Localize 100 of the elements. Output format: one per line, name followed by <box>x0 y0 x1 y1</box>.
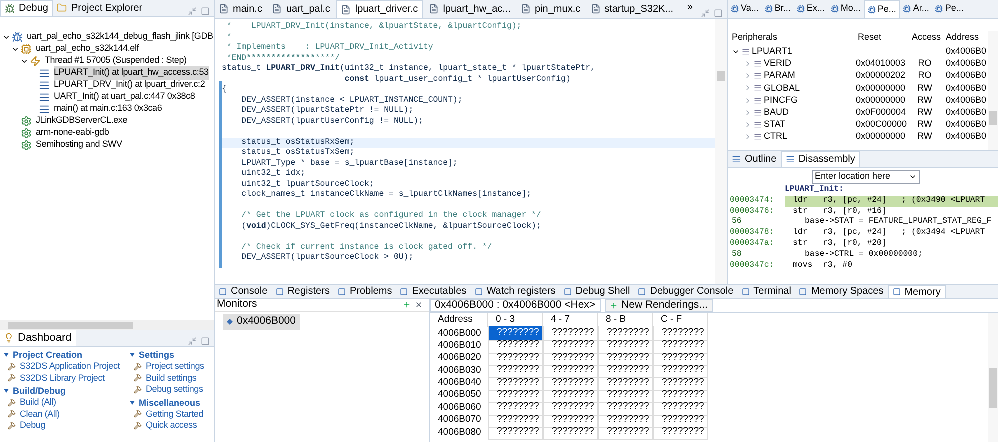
memory-cell[interactable]: ???????? <box>653 338 708 354</box>
view-tab[interactable]: Debug <box>0 0 54 16</box>
view-tab[interactable]: lpuart_hw_ac... <box>425 0 516 18</box>
memory-cell[interactable]: ???????? <box>488 412 543 428</box>
view-tab[interactable]: pin_mux.c <box>517 0 585 18</box>
memory-cell[interactable]: ???????? <box>653 388 708 404</box>
view-tab[interactable]: Console <box>215 285 272 298</box>
view-tab[interactable]: Watch registers <box>470 285 560 298</box>
address-value: 0x4006B0 <box>945 57 988 70</box>
view-tab[interactable]: Va... <box>728 0 762 18</box>
memory-cell[interactable]: ???????? <box>488 338 543 354</box>
memory-cell[interactable]: ???????? <box>488 425 543 440</box>
view-tab[interactable]: Terminal <box>738 285 796 298</box>
source-line: base->STAT = FEATURE_LPUART_STAT_REG_F <box>804 217 992 228</box>
rendering-tab[interactable]: 0x4006B000 : 0x4006B000 <Hex> <box>430 299 601 312</box>
view-tab[interactable]: Memory <box>888 285 946 298</box>
peripheral-name: STAT <box>764 118 786 132</box>
dashboard-link[interactable]: Build settings <box>146 372 197 384</box>
dashboard-link[interactable]: Debug settings <box>146 384 204 396</box>
memory-cell[interactable]: ???????? <box>653 326 708 342</box>
memory-cell[interactable]: ???????? <box>488 376 543 391</box>
memory-cell[interactable]: ???????? <box>653 376 708 391</box>
tree-item[interactable]: uart_pal_echo_s32k144.elf <box>36 42 140 56</box>
view-tab[interactable]: startup_S32K... <box>586 0 678 18</box>
view-tab[interactable]: Ar... <box>900 0 932 18</box>
memory-cell[interactable]: ???????? <box>543 338 598 354</box>
dashboard-link[interactable]: Build (All) <box>20 397 56 408</box>
address-value: 0x4006B0 <box>945 45 988 58</box>
address-value: 0x4006B0 <box>945 118 988 132</box>
memory-cell[interactable]: ???????? <box>598 363 653 378</box>
dashboard-link[interactable]: Quick access <box>146 420 198 432</box>
tree-item[interactable]: JLinkGDBServerCL.exe <box>36 114 128 128</box>
memory-cell[interactable]: ???????? <box>488 388 543 404</box>
dashboard-link[interactable]: Getting Started <box>146 408 204 420</box>
memory-cell[interactable]: ???????? <box>543 400 598 416</box>
memory-cell[interactable]: ???????? <box>488 363 543 378</box>
dashboard-link[interactable]: Debug <box>20 420 46 432</box>
view-tab[interactable]: Debugger Console <box>634 285 738 298</box>
view-tab[interactable]: Mo... <box>828 0 864 18</box>
view-tab[interactable]: Debug Shell <box>560 285 634 298</box>
overflow-indicator[interactable]: » <box>680 0 702 18</box>
view-tab[interactable]: Outline <box>728 151 781 167</box>
tree-item[interactable]: uart_pal_echo_s32k144_debug_flash_jlink [GDB <box>27 31 214 44</box>
memory-cell[interactable]: ???????? <box>543 363 598 378</box>
tree-item[interactable]: LPUART_Init() at lpuart_hw_access.c:53 <box>54 66 209 80</box>
view-tab[interactable]: Project Explorer <box>53 0 147 16</box>
tree-item[interactable]: Semihosting and SWV <box>36 138 122 152</box>
view-tab[interactable]: Dashboard <box>0 330 76 346</box>
access-value: RO <box>917 69 933 82</box>
reset-value: 0x0F000004 <box>855 106 908 119</box>
instruction-address: 0000347c: <box>729 260 776 272</box>
access-value: RO <box>917 57 933 70</box>
dashboard-link[interactable]: S32DS Library Project <box>20 372 105 384</box>
location-field[interactable]: Enter location here <box>812 170 920 184</box>
tree-item[interactable]: main() at main.c:163 0x3ca6 <box>54 102 162 116</box>
tree-item[interactable]: Thread #1 57005 (Suspended : Step) <box>45 54 187 68</box>
view-tab[interactable]: main.c <box>215 0 266 18</box>
memory-cell[interactable]: ???????? <box>598 326 653 342</box>
memory-cell[interactable]: ???????? <box>653 425 708 440</box>
address-cell-text: 4006B010 <box>437 338 482 353</box>
tree-item[interactable]: UART_Init() at uart_pal.c:447 0x38c8 <box>54 90 196 104</box>
view-tab[interactable]: Ex... <box>794 0 828 18</box>
memory-cell[interactable]: ???????? <box>653 412 708 428</box>
memory-cell[interactable]: ???????? <box>598 376 653 391</box>
memory-cell[interactable]: ???????? <box>598 388 653 404</box>
view-tab[interactable]: Registers <box>272 285 334 298</box>
memory-cell[interactable]: ???????? <box>598 350 653 366</box>
memory-cell[interactable]: ???????? <box>653 363 708 378</box>
memory-cell[interactable]: ???????? <box>488 350 543 366</box>
memory-cell[interactable]: ???????? <box>653 400 708 416</box>
view-tab[interactable]: Disassembly <box>780 151 860 167</box>
memory-cell[interactable]: ???????? <box>543 425 598 440</box>
view-tab[interactable]: Pe... <box>864 0 900 18</box>
memory-cell[interactable]: ???????? <box>543 376 598 391</box>
memory-cell[interactable]: ???????? <box>598 425 653 440</box>
code-line: /* Check if current instance is clock gated off. */ <box>240 242 492 252</box>
dashboard-link[interactable]: Clean (All) <box>20 408 60 420</box>
memory-cell[interactable]: ???????? <box>598 412 653 428</box>
view-tab[interactable]: Memory Spaces <box>795 285 888 298</box>
view-tab[interactable]: uart_pal.c <box>268 0 334 18</box>
dashboard-link[interactable]: S32DS Application Project <box>20 361 120 372</box>
dashboard-link[interactable]: Project settings <box>146 361 204 372</box>
tree-item[interactable]: LPUART_DRV_Init() at lpuart_driver.c:2 <box>54 78 206 92</box>
memory-cell[interactable]: ???????? <box>543 326 598 342</box>
monitor-item[interactable]: 0x4006B000 <box>223 314 300 330</box>
view-tab[interactable]: Executables <box>396 285 471 298</box>
memory-cell[interactable]: ???????? <box>653 350 708 366</box>
memory-cell[interactable]: ???????? <box>543 350 598 366</box>
tree-item[interactable]: arm-none-eabi-gdb <box>36 126 110 140</box>
view-tab[interactable]: Problems <box>334 285 396 298</box>
memory-cell[interactable]: ???????? <box>543 388 598 404</box>
view-tab[interactable]: Br... <box>762 0 794 18</box>
memory-cell[interactable]: ???????? <box>598 338 653 354</box>
view-tab[interactable]: lpuart_driver.c <box>336 0 424 18</box>
memory-cell[interactable]: ???????? <box>598 400 653 416</box>
rendering-tab[interactable]: New Renderings... <box>604 299 713 312</box>
view-tab[interactable]: Pe... <box>932 0 967 18</box>
memory-cell[interactable]: ???????? <box>488 400 543 416</box>
memory-cell[interactable]: ???????? <box>488 326 543 342</box>
memory-cell[interactable]: ???????? <box>543 412 598 428</box>
